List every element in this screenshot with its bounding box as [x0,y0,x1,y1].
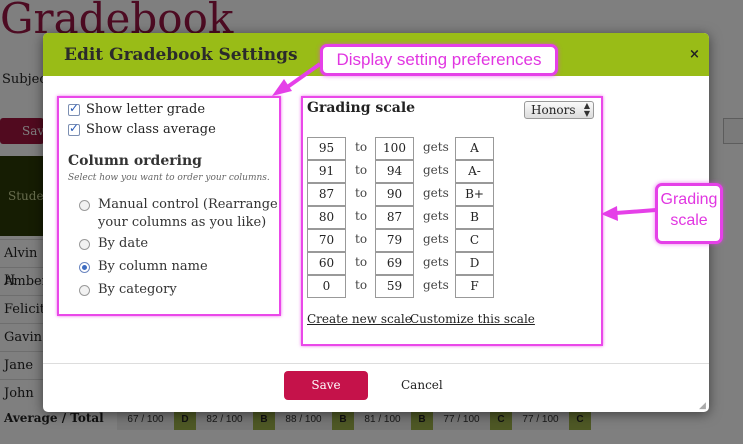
arrow-grading-scale [601,206,657,221]
arrow-display-prefs [272,62,322,96]
grading-scale-callout-line2: scale [670,212,708,229]
display-prefs-callout: Display setting preferences [320,44,558,76]
grading-scale-callout-line1: Grading [660,191,718,208]
grading-scale-callout: Grading scale [655,183,723,244]
